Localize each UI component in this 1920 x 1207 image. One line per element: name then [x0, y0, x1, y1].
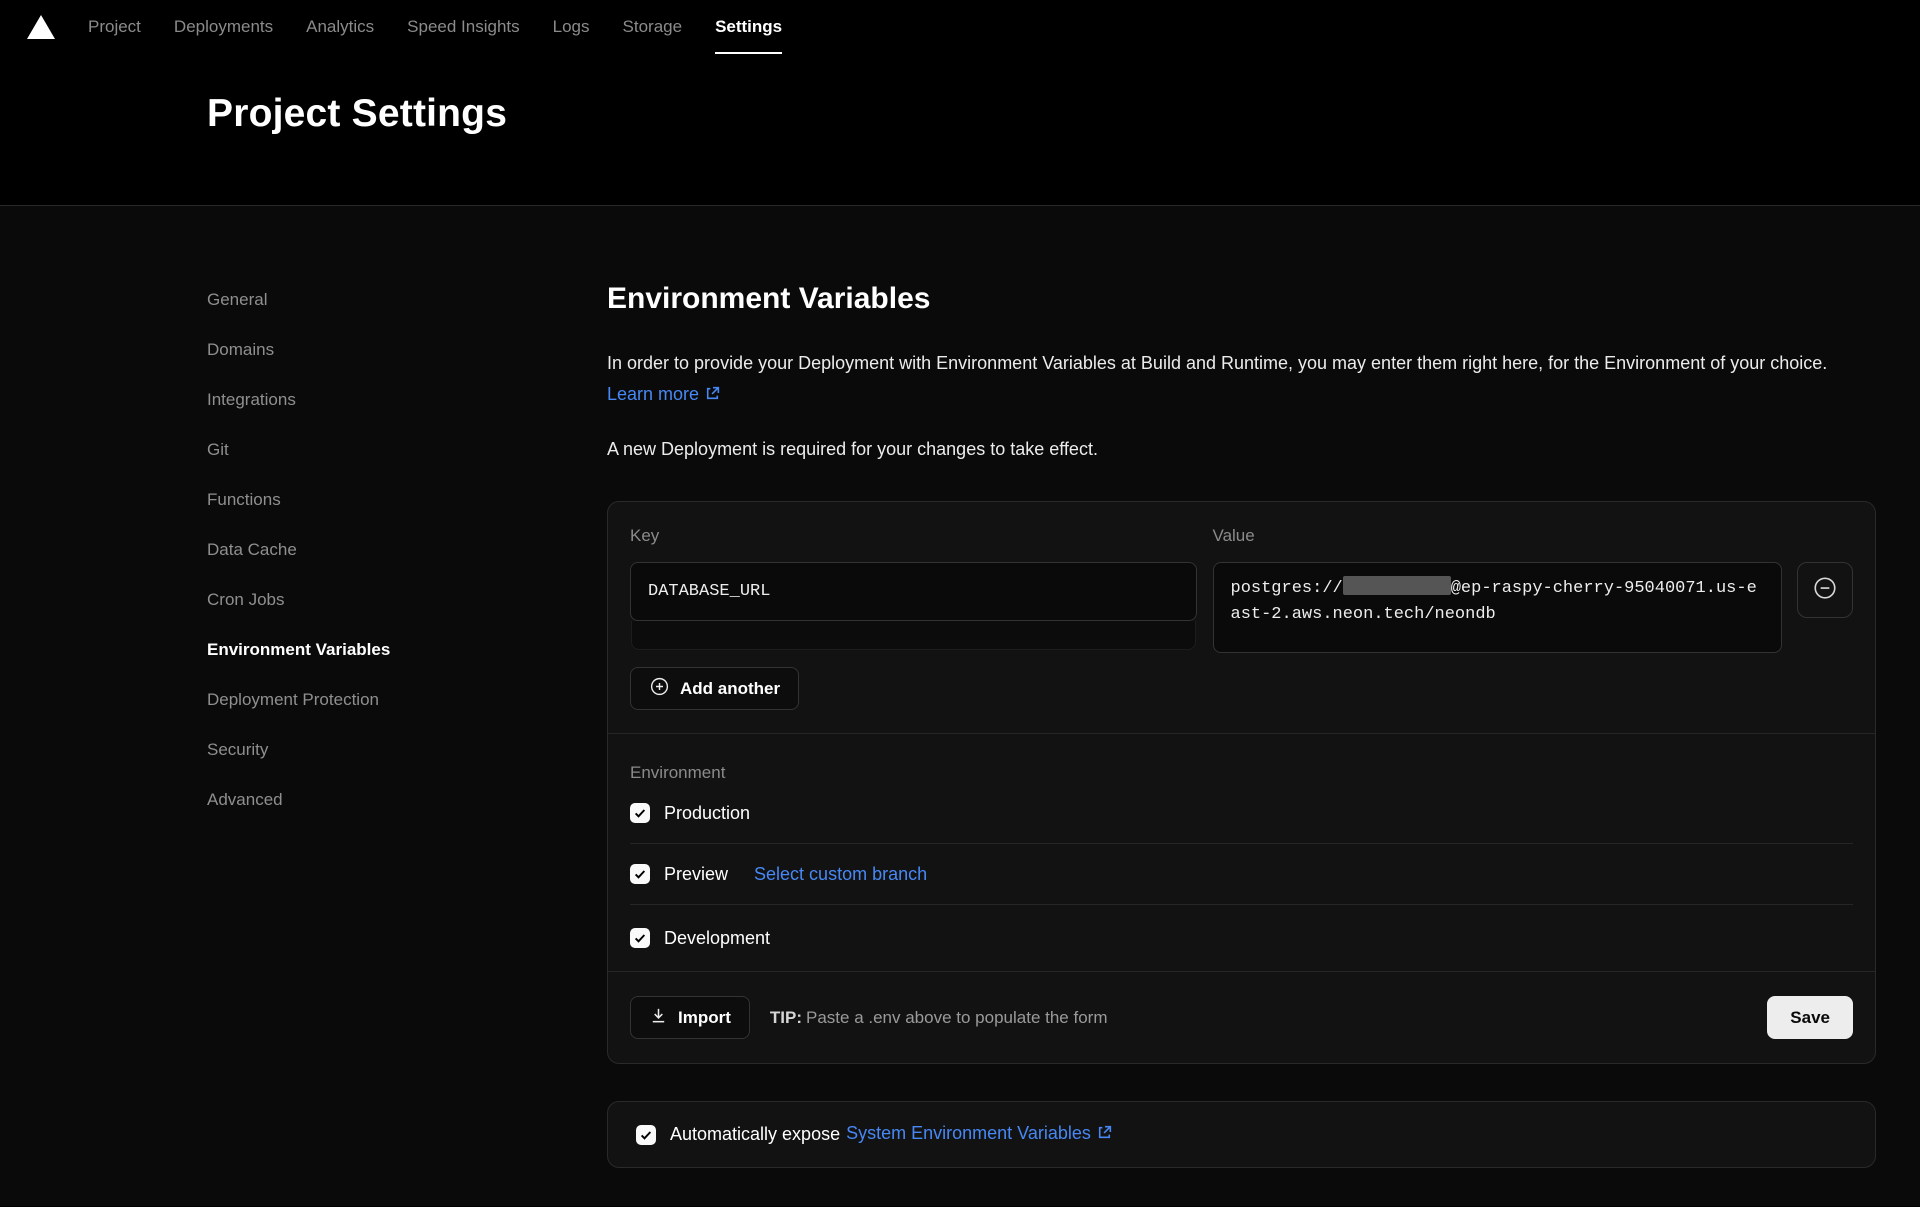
- key-suggestion-panel: [631, 621, 1196, 650]
- external-link-icon: [1096, 1124, 1113, 1146]
- nav-tab-deployments[interactable]: Deployments: [174, 0, 273, 54]
- sidebar-item-security[interactable]: Security: [207, 733, 607, 767]
- development-checkbox[interactable]: [630, 928, 650, 948]
- description-text: In order to provide your Deployment with…: [607, 353, 1827, 373]
- sidebar-item-advanced[interactable]: Advanced: [207, 783, 607, 817]
- external-link-icon: [704, 381, 721, 412]
- env-vars-card: Key DATABASE_URL Value postgres:// @ep-ra…: [607, 501, 1876, 1064]
- value-line1-suffix: @ep-raspy-cherry-95040: [1451, 579, 1675, 598]
- import-button[interactable]: Import: [630, 996, 750, 1039]
- checkmark-icon: [639, 1128, 653, 1142]
- env-row-preview: Preview Select custom branch: [630, 844, 1853, 904]
- page-header: Project Settings: [0, 54, 1920, 206]
- preview-label: Preview: [664, 864, 728, 885]
- content-area: General Domains Integrations Git Functio…: [0, 206, 1920, 1206]
- environment-label: Environment: [630, 763, 1853, 783]
- production-checkbox[interactable]: [630, 803, 650, 823]
- sidebar-item-cron-jobs[interactable]: Cron Jobs: [207, 583, 607, 617]
- value-input[interactable]: postgres://@ep-raspy-cherry-95040071.us-…: [1213, 562, 1783, 653]
- add-another-button[interactable]: Add another: [630, 667, 799, 710]
- main-panel: Environment Variables In order to provid…: [607, 206, 1876, 1206]
- section-heading: Environment Variables: [607, 283, 1876, 315]
- sidebar-item-git[interactable]: Git: [207, 433, 607, 467]
- learn-more-label: Learn more: [607, 384, 699, 404]
- production-label: Production: [664, 803, 750, 824]
- nav-tab-project[interactable]: Project: [88, 0, 141, 54]
- sidebar-item-environment-variables[interactable]: Environment Variables: [207, 633, 607, 667]
- development-label: Development: [664, 928, 770, 949]
- nav-tab-speed-insights[interactable]: Speed Insights: [407, 0, 519, 54]
- settings-sidebar: General Domains Integrations Git Functio…: [207, 206, 607, 1206]
- checkmark-icon: [633, 806, 647, 820]
- nav-tab-storage[interactable]: Storage: [623, 0, 683, 54]
- expose-label: Automatically expose: [670, 1124, 840, 1145]
- preview-checkbox[interactable]: [630, 864, 650, 884]
- deployment-note: A new Deployment is required for your ch…: [607, 439, 1876, 460]
- sidebar-item-integrations[interactable]: Integrations: [207, 383, 607, 417]
- download-icon: [649, 1006, 668, 1030]
- expose-checkbox[interactable]: [636, 1125, 656, 1145]
- tip-body: Paste a .env above to populate the form: [806, 1008, 1107, 1027]
- section-description: In order to provide your Deployment with…: [607, 348, 1876, 412]
- import-label: Import: [678, 1008, 731, 1028]
- sidebar-item-general[interactable]: General: [207, 283, 607, 317]
- value-label: Value: [1213, 526, 1783, 546]
- sidebar-item-data-cache[interactable]: Data Cache: [207, 533, 607, 567]
- learn-more-link[interactable]: Learn more: [607, 384, 721, 404]
- nav-tab-analytics[interactable]: Analytics: [306, 0, 374, 54]
- value-prefix: postgres://: [1231, 579, 1343, 598]
- minus-circle-icon: [1812, 575, 1838, 606]
- env-row-production: Production: [630, 783, 1853, 843]
- page-title: Project Settings: [207, 92, 1920, 136]
- checkmark-icon: [633, 931, 647, 945]
- sidebar-item-domains[interactable]: Domains: [207, 333, 607, 367]
- save-button[interactable]: Save: [1767, 996, 1853, 1039]
- vercel-logo-icon[interactable]: [27, 0, 55, 54]
- select-custom-branch-link[interactable]: Select custom branch: [754, 864, 927, 885]
- checkmark-icon: [633, 867, 647, 881]
- top-nav: Project Deployments Analytics Speed Insi…: [0, 0, 1920, 54]
- plus-circle-icon: [649, 676, 670, 702]
- key-input[interactable]: DATABASE_URL: [630, 562, 1197, 621]
- key-label: Key: [630, 526, 1197, 546]
- env-row-development: Development: [630, 905, 1853, 971]
- sidebar-item-deployment-protection[interactable]: Deployment Protection: [207, 683, 607, 717]
- tip-prefix: TIP:: [770, 1008, 802, 1027]
- tip-text: TIP:Paste a .env above to populate the f…: [770, 1008, 1108, 1028]
- redacted-secret: [1343, 576, 1451, 595]
- sidebar-item-functions[interactable]: Functions: [207, 483, 607, 517]
- remove-row-button[interactable]: [1797, 562, 1853, 618]
- nav-tab-logs[interactable]: Logs: [553, 0, 590, 54]
- system-env-vars-link[interactable]: System Environment Variables: [846, 1123, 1113, 1146]
- vercel-triangle-icon: [27, 15, 55, 39]
- add-another-label: Add another: [680, 679, 780, 699]
- remove-button-spacer: [1797, 526, 1853, 562]
- card-footer: Import TIP:Paste a .env above to populat…: [608, 971, 1875, 1063]
- expose-card: Automatically expose System Environment …: [607, 1101, 1876, 1168]
- system-env-vars-label: System Environment Variables: [846, 1123, 1091, 1143]
- nav-tab-settings[interactable]: Settings: [715, 0, 782, 54]
